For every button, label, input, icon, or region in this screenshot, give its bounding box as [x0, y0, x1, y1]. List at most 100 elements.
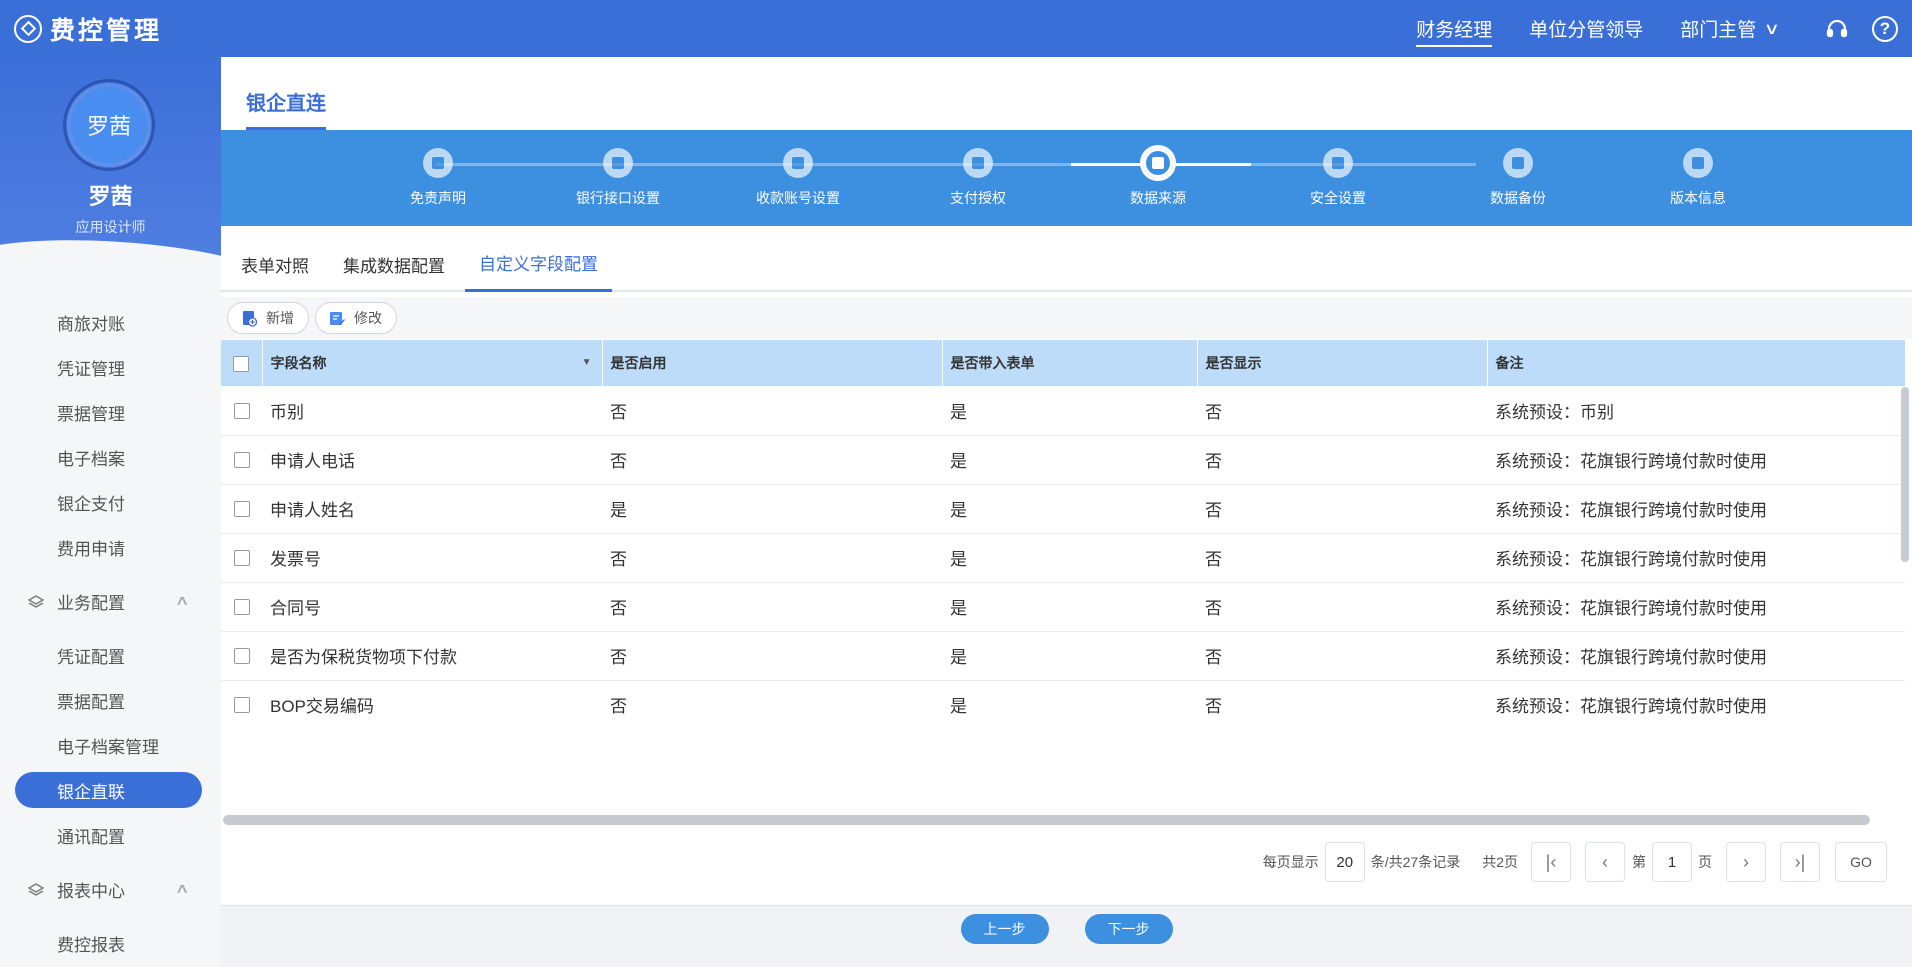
column-header[interactable]: 是否启用 [602, 340, 943, 386]
monitor-icon [1140, 145, 1176, 181]
sidebar-item-2[interactable]: 票据管理 [0, 390, 221, 435]
table-row[interactable]: 申请人电话否是否系统预设：花旗银行跨境付款时使用 [221, 435, 1905, 485]
step-0[interactable]: 免责声明 [363, 145, 513, 208]
page-number-input[interactable]: 1 [1652, 842, 1692, 882]
next-page-icon[interactable]: › [1726, 842, 1766, 882]
sidebar-group-label: 业务配置 [57, 594, 125, 613]
chevron-up-icon[interactable]: ∧ [174, 880, 189, 897]
select-all-checkbox[interactable] [221, 340, 263, 386]
per-page-input[interactable]: 20 [1324, 842, 1365, 882]
column-header[interactable]: 备注 [1487, 340, 1906, 386]
sidebar: 罗茜 罗茜 应用设计师 商旅对账 凭证管理 票据管理 电子档案 银企支付 费用申… [0, 57, 221, 967]
wizard-steps: 免责声明 银行接口设置 收款账号设置 支付授权 数据来源 安全设置 数据备份 版… [221, 130, 1912, 226]
sidebar-menu: 商旅对账 凭证管理 票据管理 电子档案 银企支付 费用申请 业务配置 ∧ 凭证配… [0, 300, 221, 966]
sidebar-item-8[interactable]: 电子档案管理 [0, 723, 221, 768]
table-row[interactable]: 是否为保税货物项下付款否是否系统预设：花旗银行跨境付款时使用 [221, 631, 1905, 681]
column-header[interactable]: 字段名称 ▼ [262, 340, 603, 386]
step-5[interactable]: 安全设置 [1263, 145, 1413, 208]
role-tab-2[interactable]: 部门主管 [1680, 0, 1756, 57]
horizontal-scrollbar[interactable] [223, 815, 1870, 825]
table-row[interactable]: 发票号否是否系统预设：花旗银行跨境付款时使用 [221, 533, 1905, 583]
table-row[interactable]: 币别否是否系统预设：币别 [221, 386, 1905, 436]
prev-step-button[interactable]: 上一步 [960, 914, 1049, 944]
security-icon [1323, 148, 1353, 178]
column-header[interactable]: 是否带入表单 [942, 340, 1198, 386]
row-checkbox[interactable] [221, 533, 262, 583]
prev-page-icon[interactable]: ‹ [1585, 842, 1625, 882]
first-page-icon[interactable]: |‹ [1531, 842, 1571, 882]
row-checkbox[interactable] [221, 582, 262, 632]
sidebar-item-5[interactable]: 费用申请 [0, 525, 221, 570]
sidebar-item-active[interactable]: 银企直联 [15, 772, 202, 808]
tab-form-mapping[interactable]: 表单对照 [227, 236, 323, 292]
sidebar-item-7[interactable]: 票据配置 [0, 678, 221, 723]
step-6[interactable]: 数据备份 [1443, 145, 1593, 208]
sidebar-item-4[interactable]: 银企支付 [0, 480, 221, 525]
avatar[interactable]: 罗茜 [63, 79, 155, 171]
step-3[interactable]: 支付授权 [903, 145, 1053, 208]
row-checkbox[interactable] [221, 435, 262, 485]
step-4-active[interactable]: 数据来源 [1083, 145, 1233, 208]
pagination: 每页显示 20 条/共27条记录 共2页 |‹ ‹ 第 1 页 › ›| GO [221, 827, 1912, 897]
page-title[interactable]: 银企直连 [246, 87, 326, 130]
bank-icon [603, 148, 633, 178]
table-row[interactable]: 申请人姓名是是否系统预设：花旗银行跨境付款时使用 [221, 484, 1905, 534]
sidebar-item-1[interactable]: 凭证管理 [0, 345, 221, 390]
sidebar-group-label: 报表中心 [57, 882, 125, 901]
row-checkbox[interactable] [221, 631, 262, 681]
role-tab-1[interactable]: 单位分管领导 [1529, 0, 1643, 57]
column-header[interactable]: 是否显示 [1197, 340, 1488, 386]
step-7[interactable]: 版本信息 [1623, 145, 1773, 208]
row-checkbox[interactable] [221, 680, 262, 725]
sidebar-group-report[interactable]: 报表中心 ∧ [0, 867, 221, 912]
sub-tabs: 表单对照 集成数据配置 自定义字段配置 [221, 236, 1912, 292]
next-step-button[interactable]: 下一步 [1084, 914, 1173, 944]
row-checkbox[interactable] [221, 386, 262, 436]
table-row[interactable]: BOP交易编码否是否系统预设：花旗银行跨境付款时使用 [221, 680, 1905, 725]
table-cell: 系统预设：币别 [1487, 386, 1905, 436]
table-cell: 系统预设：花旗银行跨境付款时使用 [1487, 435, 1905, 485]
chevron-down-icon[interactable]: ∨ [1764, 19, 1780, 39]
avatar-text: 罗茜 [71, 87, 147, 163]
table-cell: 否 [1197, 386, 1487, 436]
page-prefix: 第 [1632, 854, 1646, 870]
go-button[interactable]: GO [1835, 842, 1887, 882]
table-row[interactable]: 合同号否是否系统预设：花旗银行跨境付款时使用 [221, 582, 1905, 632]
sort-down-icon[interactable]: ▼ [582, 357, 592, 368]
sidebar-item-3[interactable]: 电子档案 [0, 435, 221, 480]
table-cell: 是 [942, 435, 1197, 485]
sidebar-item-6[interactable]: 凭证配置 [0, 633, 221, 678]
chevron-up-icon[interactable]: ∧ [174, 592, 189, 609]
sidebar-item-11[interactable]: 费控报表 [0, 921, 221, 966]
backup-icon [1503, 148, 1533, 178]
add-button[interactable]: 新增 [227, 302, 309, 334]
tab-custom-fields[interactable]: 自定义字段配置 [465, 236, 612, 292]
headset-icon[interactable] [1822, 14, 1852, 44]
vertical-scrollbar[interactable] [1901, 387, 1909, 562]
table-cell: 申请人姓名 [262, 484, 602, 534]
total-pages: 共2页 [1482, 854, 1518, 870]
table-cell: 合同号 [262, 582, 602, 632]
role-tab-0[interactable]: 财务经理 [1416, 0, 1493, 57]
sidebar-group-business[interactable]: 业务配置 ∧ [0, 579, 221, 624]
top-bar: 费控管理 财务经理 单位分管领导 部门主管 ∨ ? [0, 0, 1912, 57]
table-cell: 系统预设：花旗银行跨境付款时使用 [1487, 631, 1905, 681]
last-page-icon[interactable]: ›| [1780, 842, 1820, 882]
sidebar-item-10[interactable]: 通讯配置 [0, 813, 221, 858]
help-icon[interactable]: ? [1870, 14, 1900, 44]
step-2[interactable]: 收款账号设置 [723, 145, 873, 208]
row-checkbox[interactable] [221, 484, 262, 534]
app-logo[interactable]: 费控管理 [14, 11, 162, 47]
edit-button[interactable]: 修改 [315, 302, 397, 334]
page-suffix: 页 [1698, 854, 1712, 870]
step-1[interactable]: 银行接口设置 [543, 145, 693, 208]
table-header-row: 字段名称 ▼ 是否启用 是否带入表单 是否显示 备注 [221, 340, 1906, 386]
sidebar-item-0[interactable]: 商旅对账 [0, 300, 221, 345]
table-cell: 否 [602, 386, 942, 436]
tab-integration-config[interactable]: 集成数据配置 [329, 236, 459, 292]
table-cell: 申请人电话 [262, 435, 602, 485]
table-cell: 否 [602, 435, 942, 485]
user-role: 应用设计师 [75, 219, 146, 235]
table-cell: 否 [602, 680, 942, 725]
table-cell: 否 [1197, 484, 1487, 534]
